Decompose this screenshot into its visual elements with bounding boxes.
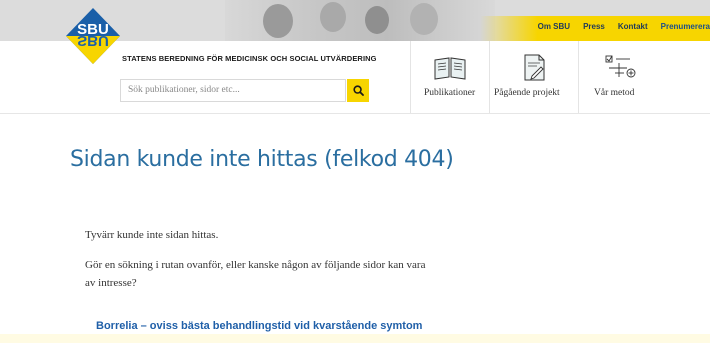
suggestion-text-line-1: Gör en sökning i rutan ovanför, eller ka… xyxy=(85,259,426,271)
header-photo xyxy=(225,0,495,41)
search-box xyxy=(120,79,346,102)
book-icon xyxy=(434,57,466,80)
nav-label-pagaende-projekt: Pågående projekt xyxy=(494,88,560,98)
search-icon xyxy=(352,85,364,96)
nav-label-publikationer: Publikationer xyxy=(424,88,476,98)
suggested-page-link[interactable]: Borrelia – oviss bästa behandlingstid vi… xyxy=(96,320,422,332)
nav-item-var-metod[interactable] xyxy=(578,41,710,113)
top-link-prenumerera[interactable]: Prenumerera xyxy=(661,22,710,31)
top-links: Om SBU Press Kontakt Prenumerera xyxy=(538,22,710,31)
site-tagline: STATENS BEREDNING FÖR MEDICINSK OCH SOCI… xyxy=(122,54,377,63)
header-divider xyxy=(0,113,710,114)
suggestion-text-line-2: av intresse? xyxy=(85,277,137,289)
method-icon xyxy=(605,55,636,78)
document-edit-icon xyxy=(524,54,545,81)
svg-text:SBU: SBU xyxy=(77,32,109,49)
top-link-om-sbu[interactable]: Om SBU xyxy=(538,22,570,31)
nav-label-var-metod: Vår metod xyxy=(594,88,635,98)
search-input[interactable] xyxy=(128,85,328,95)
content-band xyxy=(0,334,710,343)
sbu-logo[interactable]: SBU SBU xyxy=(66,8,120,64)
page-title: Sidan kunde inte hittas (felkod 404) xyxy=(70,147,454,172)
error-message: Tyvärr kunde inte sidan hittas. xyxy=(85,229,219,241)
top-link-press[interactable]: Press xyxy=(583,22,605,31)
search-button[interactable] xyxy=(347,79,369,102)
top-link-kontakt[interactable]: Kontakt xyxy=(618,22,648,31)
